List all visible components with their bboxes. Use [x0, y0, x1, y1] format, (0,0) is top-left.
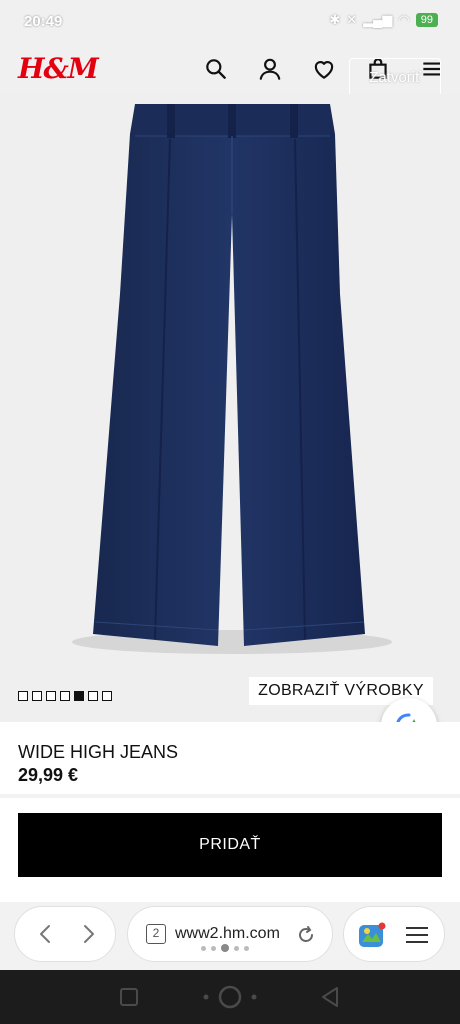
- back-icon[interactable]: [35, 922, 57, 946]
- product-name: WIDE HIGH JEANS: [18, 742, 179, 762]
- status-bar: 20:49 ✱ ✕ ▂▄▆ ◠ 99: [0, 0, 460, 44]
- forward-icon[interactable]: [77, 922, 99, 946]
- gallery-dot[interactable]: [60, 691, 70, 701]
- gallery-dot[interactable]: [88, 691, 98, 701]
- add-to-bag-button[interactable]: PRIDAŤ: [18, 813, 442, 877]
- page-dot: [234, 945, 239, 951]
- back-triangle-icon[interactable]: [320, 986, 340, 1008]
- page-dot: [211, 945, 216, 951]
- page-indicator: [201, 944, 249, 952]
- refresh-icon[interactable]: [296, 925, 316, 945]
- hm-logo[interactable]: H&M: [18, 52, 99, 85]
- add-to-bag-area: PRIDAŤ: [0, 798, 460, 902]
- url-bar[interactable]: 2 www2.hm.com: [127, 906, 333, 962]
- jeans-image: [72, 104, 392, 654]
- battery-indicator: 99: [415, 13, 438, 27]
- browser-menu-icon[interactable]: [404, 923, 430, 947]
- page-dot: [201, 945, 206, 951]
- wifi-icon: ◠: [398, 12, 410, 27]
- nav-pill: [14, 906, 116, 962]
- status-time: 20:49: [24, 13, 63, 30]
- gallery-dot-active[interactable]: [74, 691, 84, 701]
- search-icon[interactable]: [203, 56, 229, 82]
- page-dot: [244, 945, 249, 951]
- gallery-dot[interactable]: [46, 691, 56, 701]
- product-price: 29,99 €: [18, 765, 79, 785]
- home-circle-icon[interactable]: [200, 982, 260, 1012]
- product-image[interactable]: [0, 94, 460, 722]
- tab-count[interactable]: 2: [146, 924, 166, 944]
- status-icons: ✱ ✕ ▂▄▆ ◠ 99: [329, 12, 438, 28]
- gallery-dot[interactable]: [32, 691, 42, 701]
- browser-toolbar: 2 www2.hm.com: [0, 902, 460, 970]
- product-info: WIDE HIGH JEANS 29,99 €: [0, 722, 460, 794]
- game-icon[interactable]: [358, 922, 386, 950]
- account-icon[interactable]: [257, 56, 283, 82]
- heart-icon[interactable]: [311, 56, 337, 82]
- gallery-dot[interactable]: [102, 691, 112, 701]
- bluetooth-icon: ✱: [329, 12, 341, 27]
- home-square-icon[interactable]: [120, 988, 138, 1006]
- mute-icon: ✕: [346, 12, 358, 27]
- page-dot-active: [221, 944, 229, 952]
- close-button[interactable]: Zatvoriť: [349, 58, 441, 98]
- url-text[interactable]: www2.hm.com: [175, 925, 280, 943]
- gallery-pagination[interactable]: [18, 691, 112, 701]
- extras-pill: [343, 906, 445, 962]
- site-header: H&M Zatvoriť: [0, 44, 460, 98]
- system-nav-bar: [0, 970, 460, 1024]
- gallery-dot[interactable]: [18, 691, 28, 701]
- signal-icon: ▂▄▆: [363, 12, 393, 27]
